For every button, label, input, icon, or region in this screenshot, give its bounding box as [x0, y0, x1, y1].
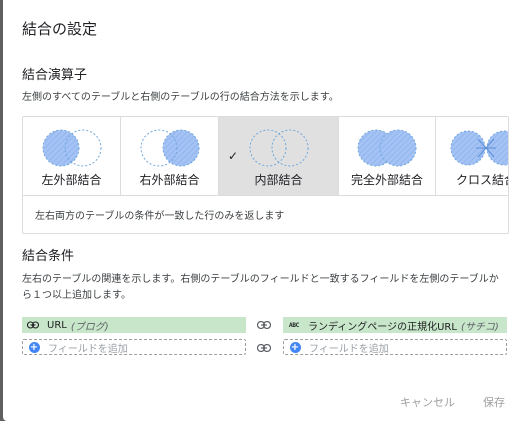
- right-outer-join-icon: [140, 129, 199, 167]
- check-icon: ✓: [228, 149, 239, 163]
- right-join-field[interactable]: ABC ランディングページの正規化URL (サチコ): [283, 317, 507, 333]
- right-field-name: ランディングページの正規化URL: [308, 321, 457, 333]
- join-type-inner[interactable]: ✓ 内部結合: [219, 117, 339, 195]
- add-icon: +: [289, 341, 301, 353]
- join-type-cross[interactable]: クロス結合: [436, 117, 508, 195]
- join-type-label: 右外部結合: [139, 173, 200, 187]
- text-abc-icon: ABC: [289, 321, 299, 329]
- dialog-title: 結合の設定: [22, 20, 98, 38]
- join-type-list: 左外部結合 右外部結合 ✓ 内部結合 完全外部結合 クロス結: [23, 117, 508, 195]
- join-settings-dialog: 結合の設定 結合演算子 左側のすべてのテーブルと右側のテーブルの行の結合方法を示…: [3, 0, 528, 421]
- add-icon: +: [28, 341, 40, 353]
- right-add-field-button[interactable]: + フィールドを追加: [283, 339, 507, 355]
- save-button[interactable]: 保存: [483, 394, 505, 410]
- link-icon: [25, 321, 41, 329]
- left-field-name: URL: [47, 319, 67, 331]
- left-add-field-button[interactable]: + フィールドを追加: [22, 339, 246, 355]
- join-operator-box: 左外部結合 右外部結合 ✓ 内部結合 完全外部結合 クロス結 左右両方のテーブル…: [22, 116, 509, 234]
- link-icon: [256, 340, 272, 356]
- join-type-description: 左右両方のテーブルの条件が一致した行のみを返します: [23, 195, 508, 233]
- cross-join-icon: [450, 130, 508, 166]
- full-outer-join-icon: [357, 129, 417, 167]
- add-field-label: フィールドを追加: [48, 343, 128, 355]
- link-icon: [256, 317, 272, 333]
- operator-section-title: 結合演算子: [22, 68, 88, 83]
- conditions-description: 左右のテーブルの関連を示します。右側のテーブルのフィールドと一致するフィールドを…: [22, 274, 499, 301]
- inner-join-icon: [249, 129, 308, 167]
- join-type-full-outer[interactable]: 完全外部結合: [339, 117, 436, 195]
- join-type-left-outer[interactable]: 左外部結合: [23, 117, 121, 195]
- join-type-label: 内部結合: [254, 173, 303, 187]
- join-type-label: 完全外部結合: [350, 173, 423, 187]
- join-type-label: クロス結合: [455, 173, 508, 187]
- left-outer-join-icon: [42, 129, 101, 167]
- left-join-field[interactable]: URL (ブログ): [22, 317, 246, 333]
- join-type-label: 左外部結合: [41, 173, 102, 187]
- operator-description: 左側のすべてのテーブルと右側のテーブルの行の結合方法を示します。: [22, 92, 339, 103]
- cancel-button[interactable]: キャンセル: [400, 394, 455, 410]
- left-field-source: (ブログ): [70, 321, 109, 333]
- right-field-source: (サチコ): [460, 321, 499, 333]
- add-field-label: フィールドを追加: [309, 343, 389, 355]
- join-type-right-outer[interactable]: 右外部結合: [121, 117, 219, 195]
- conditions-section-title: 結合条件: [22, 249, 75, 264]
